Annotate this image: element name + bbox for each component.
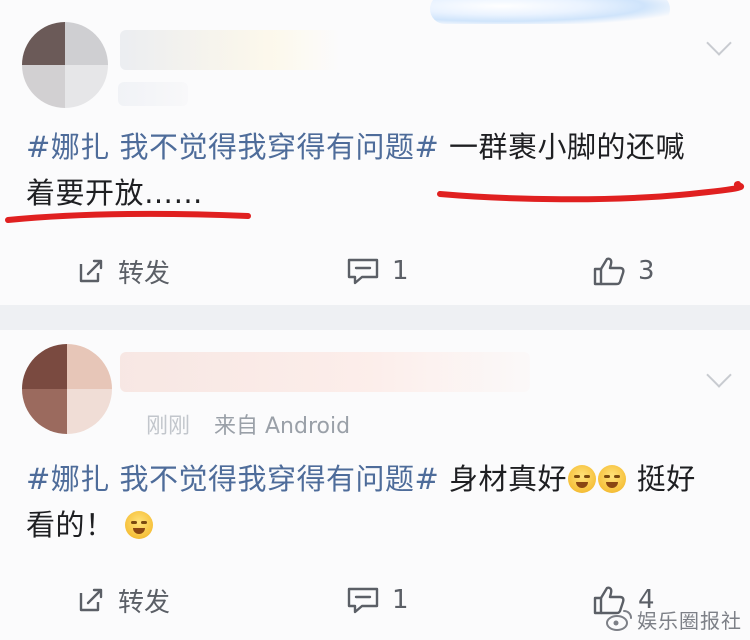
- repost-icon: [79, 588, 103, 612]
- repost-label: 转发: [118, 587, 171, 618]
- smiling-emoji-icon: [125, 511, 154, 539]
- watermark-text: 娱乐圈报社: [637, 609, 742, 633]
- comment-count: 1: [392, 256, 409, 286]
- thumbs-up-icon: [593, 257, 625, 286]
- comment-text-line1: 一群裹小脚的还喊: [439, 130, 686, 164]
- chevron-down-icon[interactable]: [706, 362, 732, 388]
- comment-count: 1: [392, 585, 409, 615]
- avatar[interactable]: [22, 22, 108, 108]
- post-source: 来自 Android: [214, 414, 351, 439]
- repost-button[interactable]: 转发: [76, 251, 170, 291]
- like-count: 3: [638, 256, 655, 286]
- comment-text-line2: 着要开放……: [26, 176, 204, 210]
- post-meta: 刚刚 来自 Android: [146, 408, 350, 440]
- comment-text-line1: 身材真好: [439, 462, 568, 496]
- action-bar: 转发 1 3: [0, 251, 750, 291]
- comment-text: #娜扎 我不觉得我穿得有问题# 一群裹小脚的还喊 着要开放……: [26, 124, 726, 216]
- avatar[interactable]: [22, 344, 112, 434]
- grinning-sweat-emoji-icon: [568, 465, 597, 493]
- grinning-sweat-emoji-icon: [598, 465, 627, 493]
- weibo-comment-card: #娜扎 我不觉得我穿得有问题# 一群裹小脚的还喊 着要开放…… 转发 1 3: [0, 0, 750, 305]
- background-sky-decoration: [430, 0, 670, 24]
- post-meta-blurred: [118, 82, 188, 106]
- repost-icon: [79, 259, 103, 283]
- weibo-logo-icon: [606, 609, 632, 631]
- post-time: 刚刚: [146, 414, 191, 439]
- comment-icon: [347, 587, 379, 614]
- comment-text-line2: 看的！: [26, 508, 115, 542]
- comment-icon: [347, 258, 379, 285]
- chevron-down-icon[interactable]: [706, 30, 732, 56]
- comment-button[interactable]: 1: [346, 580, 409, 620]
- like-button[interactable]: 3: [592, 251, 655, 291]
- comment-button[interactable]: 1: [346, 251, 409, 291]
- username-blurred[interactable]: [120, 30, 340, 70]
- username-blurred[interactable]: [120, 352, 530, 392]
- repost-label: 转发: [118, 258, 171, 289]
- comment-text-line1-after: 挺好: [627, 462, 696, 496]
- comment-text: #娜扎 我不觉得我穿得有问题# 身材真好 挺好 看的！: [26, 456, 726, 548]
- weibo-comment-card: 刚刚 来自 Android #娜扎 我不觉得我穿得有问题# 身材真好 挺好 看的…: [0, 330, 750, 640]
- topic-hashtag[interactable]: #娜扎 我不觉得我穿得有问题#: [26, 462, 439, 496]
- repost-button[interactable]: 转发: [76, 580, 170, 620]
- watermark: 娱乐圈报社: [605, 605, 742, 634]
- topic-hashtag[interactable]: #娜扎 我不觉得我穿得有问题#: [26, 130, 439, 164]
